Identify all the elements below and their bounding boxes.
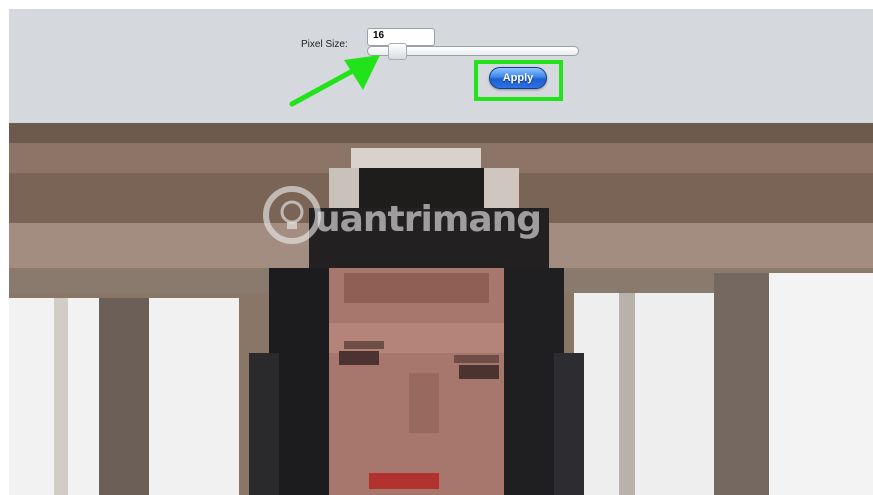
- lightbulb-icon: [263, 186, 321, 244]
- pixelated-photo: [9, 123, 873, 495]
- photo-canvas: [9, 123, 873, 495]
- watermark-text: uantrimang: [315, 199, 542, 240]
